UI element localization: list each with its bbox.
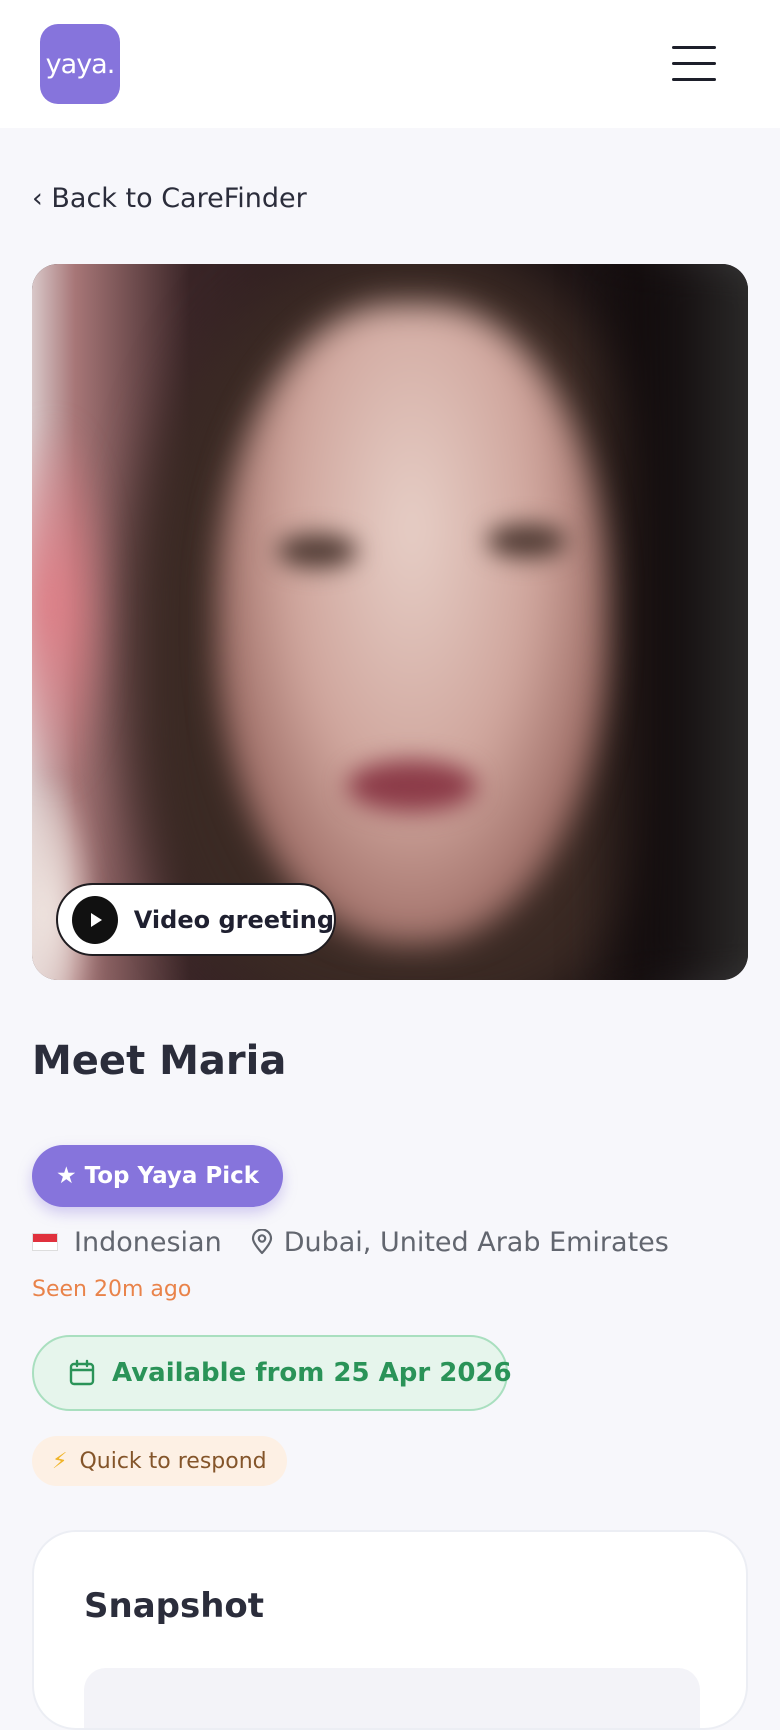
availability-text: Available from 25 Apr 2026 [112,1358,512,1388]
lightning-icon: ⚡ [52,1448,68,1474]
video-greeting-button[interactable]: Video greeting [56,883,336,956]
location-pin-icon [250,1229,274,1255]
nationality: Indonesian [74,1226,222,1258]
play-icon [72,895,118,944]
profile-meta: Indonesian Dubai, United Arab Emirates [32,1222,669,1262]
profile-photo [32,264,748,980]
yaya-logo[interactable]: yaya. [40,24,120,104]
location: Dubai, United Arab Emirates [283,1226,669,1258]
snapshot-title: Snapshot [84,1586,265,1626]
hamburger-menu-icon[interactable] [664,40,724,90]
back-to-carefinder-link[interactable]: ‹ Back to CareFinder [32,183,307,214]
quick-to-respond-tag: ⚡ Quick to respond [32,1436,287,1486]
profile-name: Meet Maria [32,1038,287,1084]
quick-to-respond-label: Quick to respond [79,1448,267,1474]
last-seen-status: Seen 20m ago [32,1277,192,1302]
snapshot-card: Snapshot [32,1530,748,1730]
video-greeting-label: Video greeting [133,905,334,934]
indonesia-flag-icon [32,1233,58,1251]
calendar-icon [68,1359,96,1387]
logo-text: yaya. [45,48,116,80]
top-header: yaya. [0,0,780,128]
availability-badge: Available from 25 Apr 2026 [32,1335,512,1411]
top-yaya-pick-badge: ★ Top Yaya Pick [32,1145,284,1207]
snapshot-content [84,1668,700,1728]
